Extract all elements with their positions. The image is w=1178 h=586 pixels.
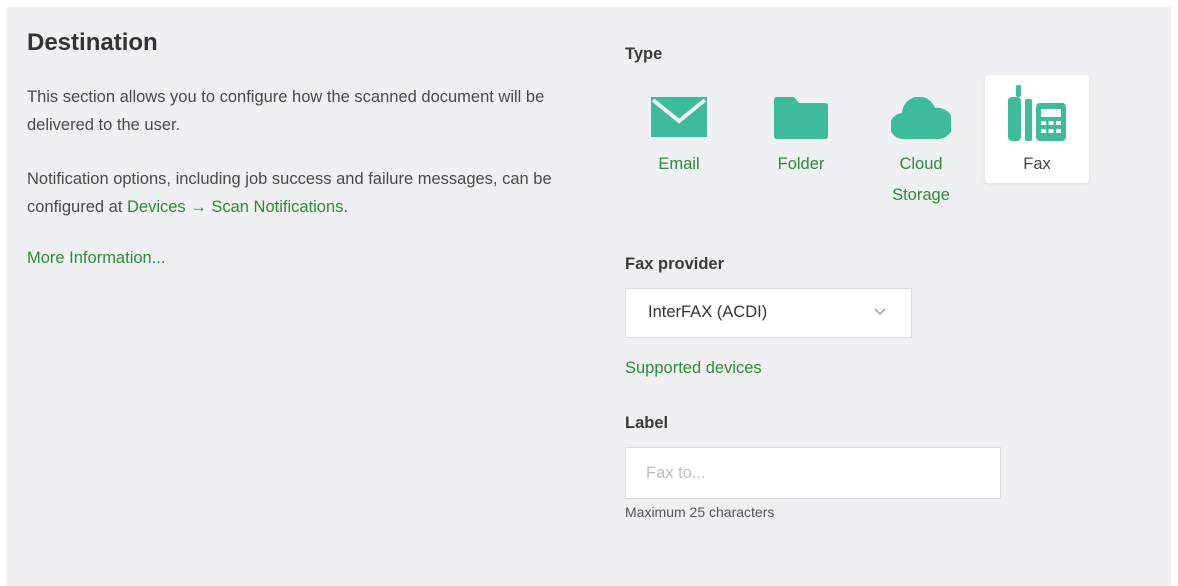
- cloud-icon: [891, 97, 951, 139]
- type-option-label: Folder: [777, 155, 825, 173]
- label-field-label: Label: [625, 414, 669, 432]
- section-title: Destination: [27, 29, 158, 56]
- supported-devices-link[interactable]: Supported devices: [625, 359, 762, 378]
- notification-description: Notification options, including job succ…: [27, 165, 587, 221]
- type-option-cloud-storage[interactable]: Cloud Storage: [869, 75, 973, 204]
- type-option-label: Fax: [1023, 155, 1051, 173]
- fax-provider-select[interactable]: InterFAX (ACDI): [625, 288, 912, 338]
- type-label: Type: [625, 45, 663, 63]
- chevron-down-icon: [874, 308, 886, 316]
- type-option-folder[interactable]: Folder: [749, 75, 853, 183]
- folder-icon: [774, 97, 828, 139]
- label-hint: Maximum 25 characters: [625, 504, 775, 520]
- fax-provider-value: InterFAX (ACDI): [648, 303, 768, 321]
- type-option-email[interactable]: Email: [627, 75, 731, 183]
- scan-notifications-link[interactable]: Devices → Scan Notifications: [127, 198, 343, 216]
- fax-provider-label: Fax provider: [625, 255, 725, 273]
- destination-panel: Destination This section allows you to c…: [7, 7, 1171, 586]
- more-information-link[interactable]: More Information...: [27, 249, 165, 268]
- notification-description-end: .: [343, 198, 348, 216]
- fax-icon: [1008, 85, 1066, 141]
- type-option-label: Email: [658, 155, 700, 173]
- section-description: This section allows you to configure how…: [27, 88, 545, 134]
- type-option-label: Cloud Storage: [892, 155, 950, 204]
- type-option-fax[interactable]: Fax: [985, 75, 1089, 183]
- type-options: Email Folder Cloud Storage Fax: [625, 75, 1125, 215]
- label-input[interactable]: [625, 447, 1001, 499]
- envelope-icon: [651, 97, 707, 137]
